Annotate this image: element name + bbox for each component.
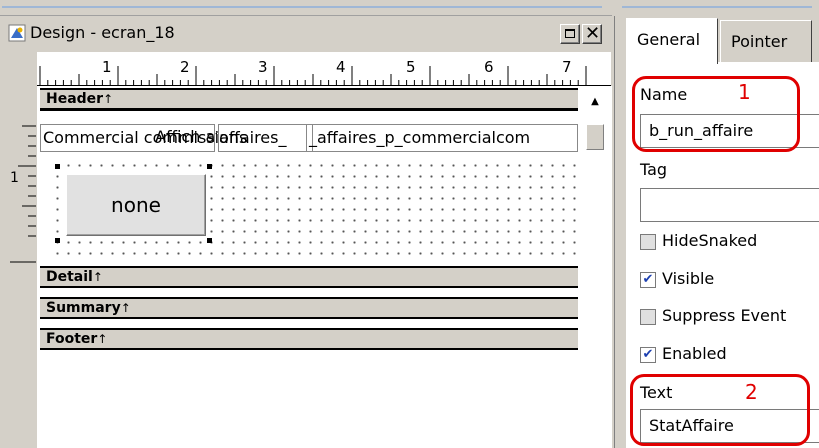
ruler-label: 5: [406, 58, 416, 76]
resize-handle[interactable]: [55, 238, 60, 243]
vertical-ruler-ticks: [10, 125, 36, 263]
tab-general[interactable]: General: [626, 18, 718, 64]
band-detail[interactable]: Detail↑: [40, 266, 578, 288]
resize-handle[interactable]: [207, 164, 212, 169]
tag-label: Tag: [640, 160, 668, 179]
properties-top-strip: [614, 0, 819, 16]
band-header[interactable]: Header↑: [40, 88, 578, 110]
field-affich-affaires[interactable]: Affich affaires: [155, 124, 217, 152]
checkmark-icon: ✔: [642, 272, 654, 287]
horizontal-ruler: [37, 52, 611, 86]
vertical-ruler-label: 1: [10, 170, 19, 186]
enabled-checkbox[interactable]: ✔: [640, 347, 656, 363]
annotation-number: 1: [738, 80, 751, 104]
band-summary[interactable]: Summary↑: [40, 297, 578, 319]
ruler-label: 3: [258, 58, 268, 76]
resize-handle[interactable]: [207, 238, 212, 243]
resize-handle[interactable]: [55, 164, 60, 169]
field-affaires-query[interactable]: _affaires_p_commercialcom: [306, 124, 578, 152]
band-label: Header: [46, 91, 104, 107]
tab-pointer[interactable]: Pointer: [720, 20, 812, 62]
ruler-label: 1: [102, 58, 112, 76]
band-arrow-icon: ↑: [103, 92, 114, 106]
window-title: Design - ecran_18: [30, 23, 175, 42]
band-arrow-icon: ↑: [97, 332, 108, 346]
design-window-icon: [8, 24, 26, 42]
ruler-ticks: [39, 66, 587, 85]
field-affaires[interactable]: affaires_: [218, 124, 313, 152]
band-arrow-icon: ↑: [120, 301, 131, 315]
band-label: Summary: [46, 300, 121, 316]
run-affaire-button[interactable]: none: [66, 174, 206, 236]
hidesnaked-label: HideSnaked: [662, 231, 758, 250]
maximize-button[interactable]: [560, 24, 580, 44]
vertical-ruler: 1: [0, 86, 37, 448]
scrollbar-thumb[interactable]: [586, 124, 604, 150]
annotation-callout-2: [630, 374, 810, 446]
enabled-label: Enabled: [662, 344, 727, 363]
ruler-label: 4: [336, 58, 346, 76]
band-divider: [40, 108, 578, 111]
annotation-callout-1: [632, 76, 800, 152]
visible-checkbox[interactable]: ✔: [640, 272, 656, 288]
checkmark-icon: ✔: [642, 347, 654, 362]
suppress-event-label: Suppress Event: [662, 306, 787, 325]
tag-input[interactable]: [640, 188, 819, 222]
band-arrow-icon: ↑: [92, 270, 103, 284]
band-label: Detail: [46, 269, 93, 285]
close-icon: ✕: [585, 23, 601, 44]
suppress-event-checkbox[interactable]: [640, 309, 656, 325]
visible-label: Visible: [662, 269, 715, 288]
scroll-up-arrow-icon[interactable]: ▲: [586, 94, 604, 110]
ruler-label: 6: [484, 58, 494, 76]
maximize-icon: [565, 29, 575, 38]
close-button[interactable]: ✕: [582, 24, 602, 44]
window-top-strip: [0, 0, 612, 16]
band-label: Footer: [46, 331, 98, 347]
ruler-label: 2: [180, 58, 190, 76]
band-footer[interactable]: Footer↑: [40, 328, 578, 350]
annotation-number: 2: [745, 380, 758, 404]
hidesnaked-checkbox[interactable]: [640, 234, 656, 250]
ruler-label: 7: [562, 58, 572, 76]
